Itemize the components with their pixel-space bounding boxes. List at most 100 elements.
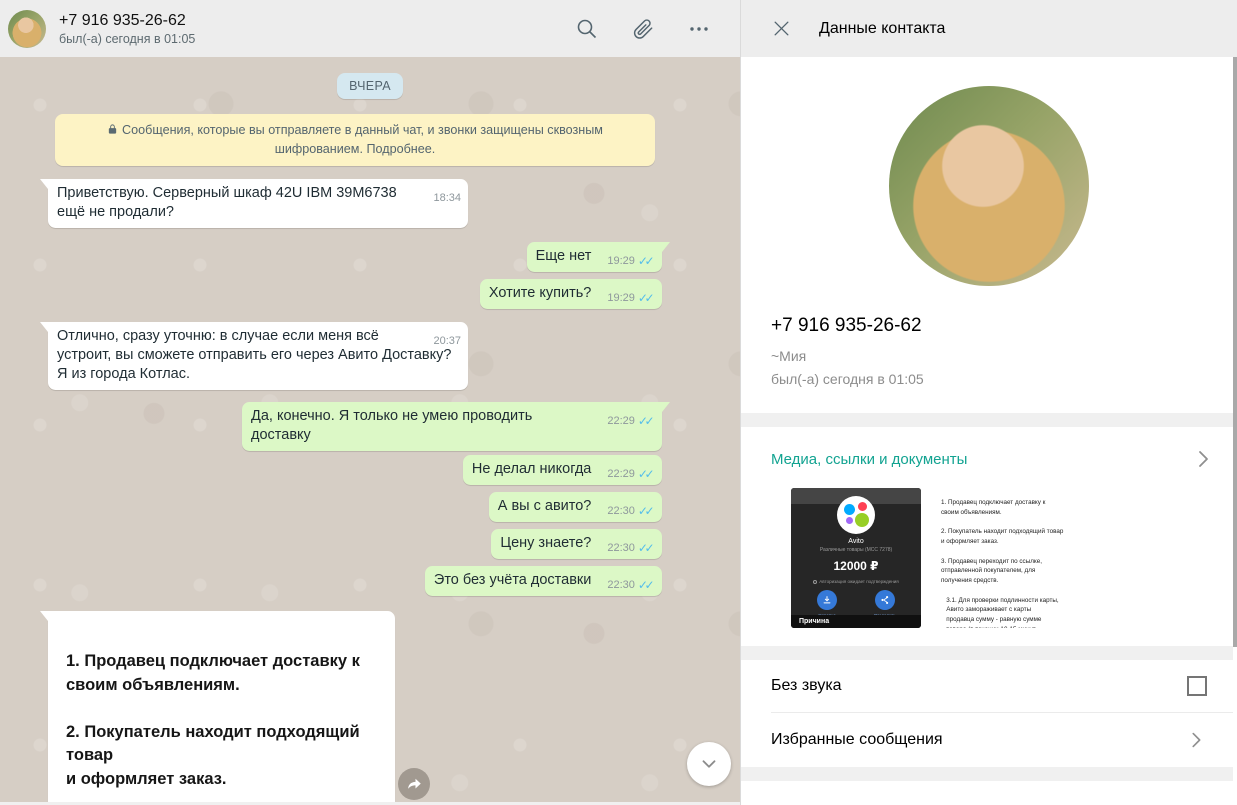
contact-last-seen: был(-а) сегодня в 01:05 xyxy=(59,31,574,47)
media-thumb-avito-receipt[interactable]: Avito Различные товары (MCC 7278) 12000 … xyxy=(791,488,921,628)
message-text: А вы с авито? xyxy=(498,498,592,514)
outgoing-message[interactable]: 19:29✓✓ Хотите купить? xyxy=(480,279,662,309)
message-time: 19:29 xyxy=(607,292,635,305)
contact-last-seen-detail: был(-а) сегодня в 01:05 xyxy=(771,371,1207,387)
avito-dot-red xyxy=(858,502,867,511)
contact-phone: +7 916 935-26-62 xyxy=(771,315,1207,337)
mute-label: Без звука xyxy=(771,677,842,695)
message-meta: 22:29✓✓ xyxy=(607,468,655,481)
media-section-label: Медиа, ссылки и документы xyxy=(771,451,967,468)
message-meta: 22:29✓✓ xyxy=(607,415,655,428)
date-divider: ВЧЕРА xyxy=(337,73,403,99)
read-receipt-icon: ✓✓ xyxy=(638,505,655,518)
status-dot-icon xyxy=(813,580,817,584)
message-text: Цену знаете? xyxy=(500,535,591,551)
outgoing-message[interactable]: 22:30✓✓ А вы с авито? xyxy=(489,492,662,522)
lock-icon xyxy=(107,123,118,135)
contact-info-panel: Данные контакта +7 916 935-26-62 ~Мия бы… xyxy=(740,0,1237,805)
message-row: 22:30✓✓ Цену знаете? xyxy=(0,529,740,559)
avito-amount: 12000 ₽ xyxy=(833,559,878,573)
forward-icon[interactable] xyxy=(398,768,430,800)
mute-row[interactable]: Без звука xyxy=(741,660,1237,712)
message-text: Приветствую. Серверный шкаф 42U IBM 39M6… xyxy=(57,185,397,220)
avito-status-text: Авторизация ожидает подтверждения xyxy=(819,579,898,584)
contact-photo xyxy=(889,86,1089,286)
outgoing-message[interactable]: 22:30✓✓ Это без учёта доставки xyxy=(425,566,662,596)
outgoing-message[interactable]: 22:29✓✓ Не делал никогда xyxy=(463,455,662,485)
panel-header: Данные контакта xyxy=(741,0,1237,57)
contact-photo-large[interactable] xyxy=(889,86,1089,286)
incoming-message[interactable]: 18:34 Приветствую. Серверный шкаф 42U IB… xyxy=(48,179,468,228)
message-time: 22:29 xyxy=(607,468,635,481)
panel-title: Данные контакта xyxy=(819,20,945,38)
starred-label: Избранные сообщения xyxy=(771,731,943,749)
chevron-right-icon xyxy=(1191,447,1215,471)
incoming-message[interactable]: 20:37 Отлично, сразу уточню: в случае ес… xyxy=(48,322,468,390)
chat-header: +7 916 935-26-62 был(-а) сегодня в 01:05 xyxy=(0,0,740,57)
menu-icon[interactable] xyxy=(686,16,712,42)
message-text: Еще нет xyxy=(536,248,592,264)
message-row: 20:37 Отлично, сразу уточню: в случае ес… xyxy=(0,322,740,390)
message-meta: 22:30✓✓ xyxy=(607,542,655,555)
message-text: 1. Продавец подключает доставку к своим … xyxy=(66,652,360,805)
message-text: Хотите купить? xyxy=(489,285,592,301)
outgoing-message[interactable]: 19:29✓✓ Еще нет xyxy=(527,242,662,272)
message-text: Это без учёта доставки xyxy=(434,572,591,588)
media-links-docs-row[interactable]: Медиа, ссылки и документы xyxy=(771,447,1215,471)
media-thumb-instructions[interactable]: 1. Продавец подключает доставку к своим … xyxy=(929,488,1161,628)
message-meta: 19:29✓✓ xyxy=(607,255,655,268)
chat-wallpaper: ВЧЕРА Сообщения, которые вы отправляете … xyxy=(0,57,740,805)
mute-checkbox[interactable] xyxy=(1187,676,1207,696)
chat-pane: +7 916 935-26-62 был(-а) сегодня в 01:05… xyxy=(0,0,740,805)
share-icon xyxy=(875,590,895,610)
message-row: 22:30✓✓ А вы с авито? xyxy=(0,492,740,522)
panel-scroll-area: +7 916 935-26-62 ~Мия был(-а) сегодня в … xyxy=(741,57,1237,805)
message-time: 22:30 xyxy=(607,542,635,555)
read-receipt-icon: ✓✓ xyxy=(638,468,655,481)
message-meta: 22:30✓✓ xyxy=(607,579,655,592)
avatar[interactable] xyxy=(8,10,46,48)
close-icon[interactable] xyxy=(768,16,794,42)
chat-settings-card: Без звука Избранные сообщения xyxy=(741,660,1237,767)
chat-header-info[interactable]: +7 916 935-26-62 был(-а) сегодня в 01:05 xyxy=(59,11,574,47)
avito-dot-purple xyxy=(846,517,853,524)
attach-icon[interactable] xyxy=(630,16,656,42)
avito-category: Различные товары (MCC 7278) xyxy=(820,547,892,553)
message-time: 19:29 xyxy=(607,255,635,268)
message-row: 22:29✓✓ Да, конечно. Я только не умею пр… xyxy=(0,402,740,451)
receipt-icon xyxy=(817,590,837,610)
message-row: 22:30✓✓ Это без учёта доставки xyxy=(0,566,740,596)
avito-logo-icon xyxy=(837,496,875,534)
incoming-image-message[interactable]: 1. Продавец подключает доставку к своим … xyxy=(48,611,395,805)
scrollbar-thumb[interactable] xyxy=(1233,57,1237,647)
read-receipt-icon: ✓✓ xyxy=(638,292,655,305)
avito-app-name: Avito xyxy=(848,538,863,545)
message-row: 18:34 Приветствую. Серверный шкаф 42U IB… xyxy=(0,179,740,228)
read-receipt-icon: ✓✓ xyxy=(638,542,655,555)
avito-status: Авторизация ожидает подтверждения xyxy=(813,579,898,584)
contact-name: +7 916 935-26-62 xyxy=(59,11,574,31)
contact-photo-small xyxy=(8,10,46,48)
outgoing-message[interactable]: 22:30✓✓ Цену знаете? xyxy=(491,529,662,559)
avito-dot-blue xyxy=(844,504,855,515)
message-row: 19:29✓✓ Хотите купить? xyxy=(0,279,740,309)
media-card: Медиа, ссылки и документы xyxy=(741,427,1237,646)
message-text: Да, конечно. Я только не умею проводить … xyxy=(251,408,532,443)
contact-profile-card: +7 916 935-26-62 ~Мия был(-а) сегодня в … xyxy=(741,57,1237,413)
message-time: 22:29 xyxy=(607,415,635,428)
message-time: 18:34 xyxy=(433,192,461,205)
message-meta: 22:30✓✓ xyxy=(607,505,655,518)
read-receipt-icon: ✓✓ xyxy=(638,415,655,428)
avito-dot-green xyxy=(855,513,869,527)
chevron-right-icon xyxy=(1185,729,1207,751)
read-receipt-icon: ✓✓ xyxy=(638,579,655,592)
message-row: 1. Продавец подключает доставку к своим … xyxy=(0,611,740,805)
chat-header-actions xyxy=(574,16,720,42)
encryption-notice[interactable]: Сообщения, которые вы отправляете в данн… xyxy=(55,114,655,166)
starred-messages-row[interactable]: Избранные сообщения xyxy=(741,713,1237,767)
message-time: 22:30 xyxy=(607,579,635,592)
outgoing-message[interactable]: 22:29✓✓ Да, конечно. Я только не умею пр… xyxy=(242,402,662,451)
search-icon[interactable] xyxy=(574,16,600,42)
scroll-to-bottom-button[interactable] xyxy=(687,742,731,786)
panel-scrollbar[interactable] xyxy=(1233,57,1237,805)
